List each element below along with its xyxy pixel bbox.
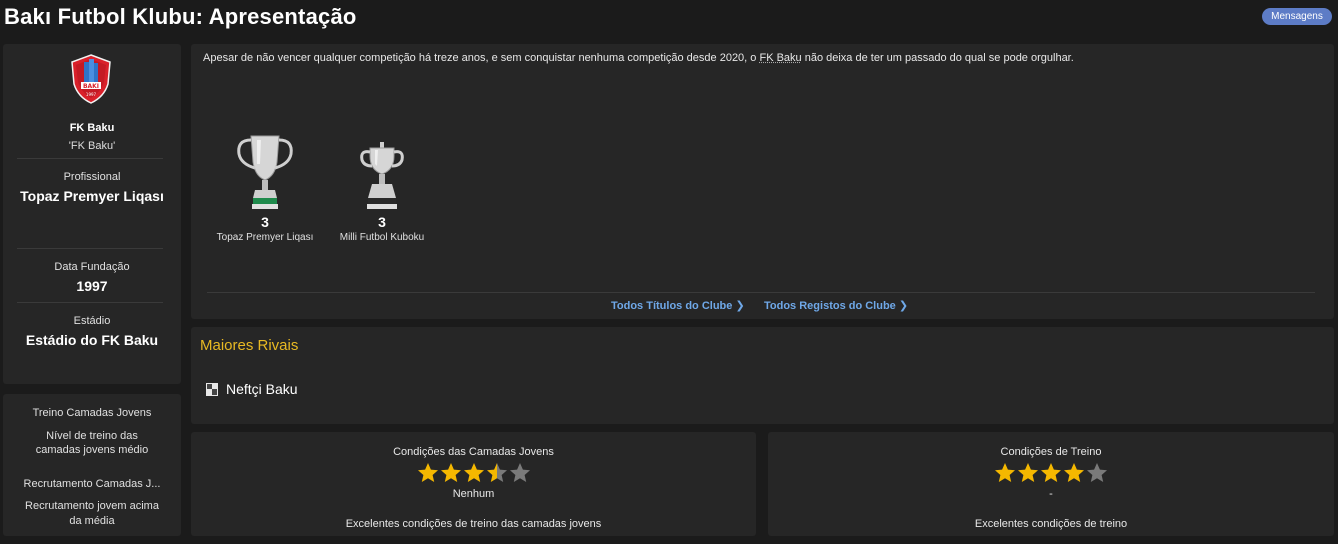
rival-item[interactable]: Neftçi Baku [206, 381, 298, 397]
star-icon [417, 463, 438, 482]
divider [17, 158, 163, 159]
club-crest-icon: BAKI 1997 [71, 54, 111, 104]
training-facilities-title: Condições de Treino [1000, 446, 1102, 458]
trophy-name: Milli Futbol Kuboku [339, 232, 425, 243]
star-icon [1064, 463, 1084, 482]
training-facilities-description: Excelentes condições de treino [974, 518, 1128, 530]
crest-text: BAKI [83, 83, 99, 90]
youth-facilities-title: Condições das Camadas Jovens [393, 446, 554, 458]
youth-recruitment-value-line2: da média [69, 515, 115, 527]
star-icon [1087, 463, 1107, 482]
club-short-name: FK Baku [69, 122, 115, 134]
youth-facilities-card: Condições das Camadas Jovens Nenhum Exce… [191, 432, 756, 536]
star-icon [995, 463, 1015, 482]
club-nickname: 'FK Baku' [68, 140, 116, 152]
rival-name: Neftçi Baku [226, 381, 298, 397]
founded-label: Data Fundação [54, 261, 130, 273]
page-title: Bakı Futbol Klubu: Apresentação [4, 4, 357, 29]
messages-button[interactable]: Mensagens [1262, 8, 1332, 25]
youth-training-level-line1: Nível de treino das [46, 430, 138, 442]
chevron-right-icon: ❯ [735, 300, 745, 312]
training-facilities-subtitle: - [1049, 488, 1053, 500]
all-club-records-link[interactable]: Todos Registos do Clube ❯ [764, 299, 908, 312]
star-icon [1018, 463, 1038, 482]
intro-text-before: Apesar de não vencer qualquer competição… [203, 52, 760, 64]
divider [17, 248, 163, 249]
all-club-titles-label: Todos Títulos do Clube [611, 300, 733, 312]
youth-facilities-description: Excelentes condições de treino das camad… [345, 518, 602, 530]
league-trophy-icon [237, 135, 293, 209]
stadium-label: Estádio [73, 315, 111, 327]
star-icon [486, 463, 507, 482]
cup-trophy-icon [360, 142, 404, 209]
intro-text: Apesar de não vencer qualquer competição… [203, 52, 1074, 64]
youth-recruitment-label: Recrutamento Camadas J... [23, 478, 161, 490]
trophy-count: 3 [261, 214, 269, 230]
star-icon [1041, 463, 1061, 482]
rival-kit-icon [206, 382, 218, 396]
chevron-right-icon: ❯ [898, 300, 909, 312]
training-facilities-rating [768, 462, 1334, 483]
youth-facilities-rating [191, 462, 756, 483]
club-info-panel: BAKI 1997 FK Baku 'FK Baku' Profissional… [3, 44, 181, 384]
club-overview-panel: Apesar de não vencer qualquer competição… [191, 44, 1334, 319]
intro-text-after: não deixa de ter um passado do qual se p… [801, 52, 1074, 64]
youth-training-label: Treino Camadas Jovens [32, 407, 152, 419]
all-club-records-label: Todos Registos do Clube [764, 300, 896, 312]
trophy-count: 3 [378, 214, 386, 230]
club-link[interactable]: FK Baku [759, 52, 801, 64]
trophy-cup[interactable]: 3 Milli Futbol Kuboku [322, 134, 442, 243]
divider [17, 302, 163, 303]
youth-training-panel: Treino Camadas Jovens Nível de treino da… [3, 394, 181, 536]
youth-training-level-line2: camadas jovens médio [35, 444, 149, 456]
youth-recruitment-value-line1: Recrutamento jovem acima [25, 500, 159, 512]
trophy-name: Topaz Premyer Liqası [216, 232, 314, 243]
rivals-panel: Maiores Rivais Neftçi Baku [191, 327, 1334, 424]
youth-facilities-subtitle: Nenhum [452, 488, 495, 500]
divider [207, 292, 1315, 293]
star-icon [509, 463, 530, 482]
founded-year: 1997 [76, 278, 108, 294]
status-label: Profissional [63, 171, 121, 183]
star-icon [463, 463, 484, 482]
club-league[interactable]: Topaz Premyer Liqası [3, 188, 181, 204]
rivals-title: Maiores Rivais [200, 337, 299, 354]
all-club-titles-link[interactable]: Todos Títulos do Clube ❯ [611, 299, 745, 312]
crest-year: 1997 [86, 92, 97, 97]
training-facilities-card: Condições de Treino - Excelentes condiçõ… [768, 432, 1334, 536]
star-icon [440, 463, 461, 482]
stadium-name[interactable]: Estádio do FK Baku [3, 332, 181, 348]
trophy-league[interactable]: 3 Topaz Premyer Liqası [205, 134, 325, 243]
